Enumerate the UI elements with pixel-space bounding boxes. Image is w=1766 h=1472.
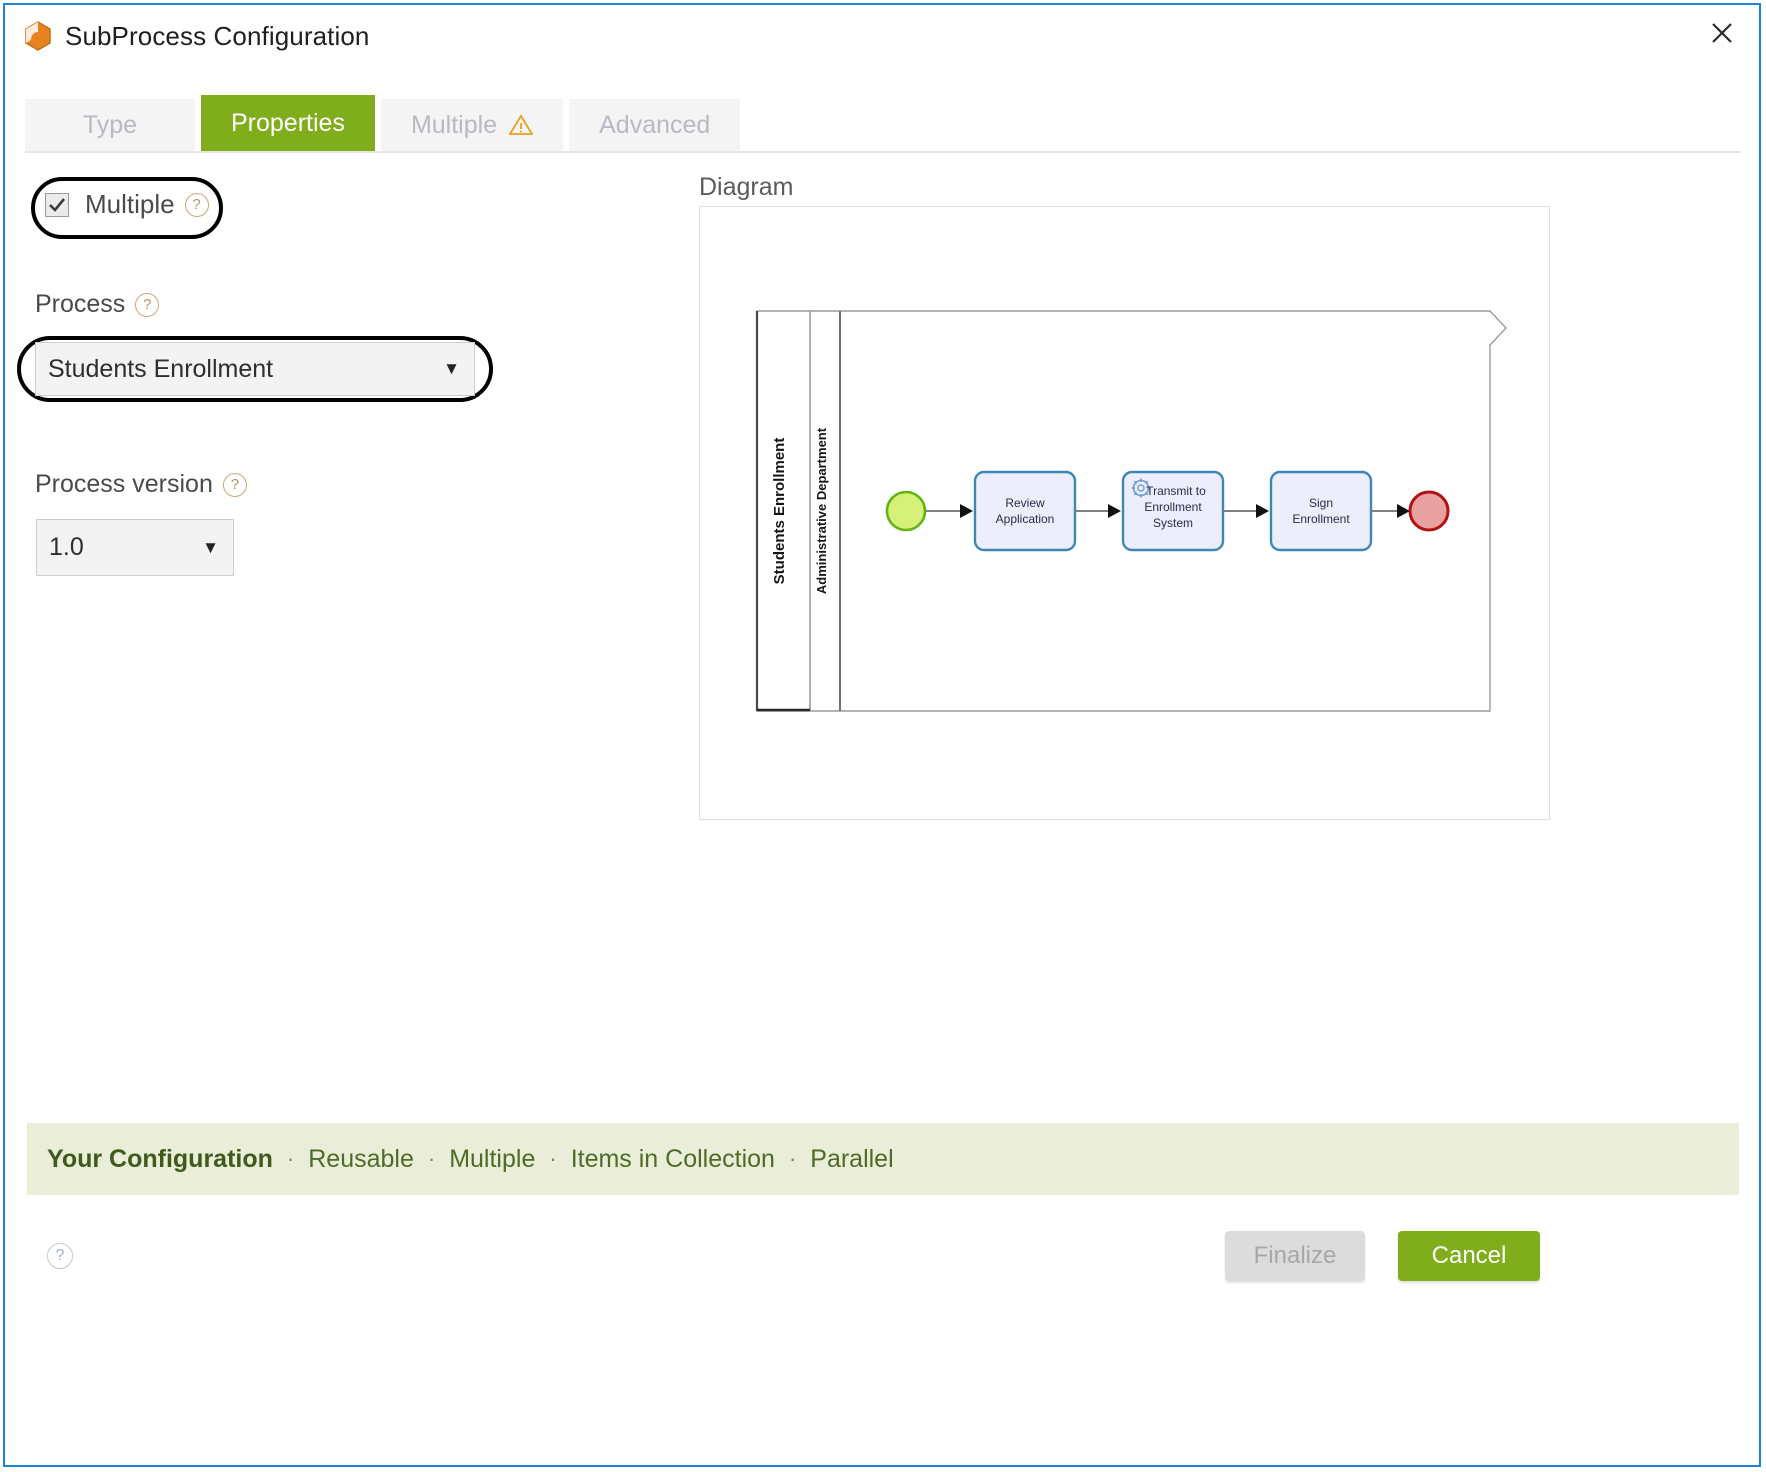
tab-properties[interactable]: Properties	[201, 95, 375, 151]
config-item-reusable: Reusable	[308, 1144, 414, 1173]
lane-label: Administrative Department	[814, 427, 829, 594]
multiple-checkbox[interactable]	[45, 192, 69, 217]
task-2-label-line2: Enrollment	[1144, 500, 1202, 514]
finalize-button-label: Finalize	[1253, 1242, 1337, 1269]
config-separator: ·	[427, 1146, 436, 1171]
your-configuration-strip: Your Configuration · Reusable · Multiple…	[27, 1123, 1739, 1195]
task-review-application	[973, 470, 1077, 552]
tab-multiple[interactable]: Multiple	[380, 99, 564, 151]
tab-advanced[interactable]: Advanced	[569, 99, 741, 151]
process-version-field-label-group: Process version ?	[35, 470, 247, 499]
config-separator: ·	[549, 1146, 557, 1171]
tab-type-label: Type	[82, 110, 138, 139]
tab-bar: Type Properties Multiple Advanced	[25, 95, 746, 151]
config-strip-lead: Your Configuration	[47, 1144, 273, 1173]
question-circle-icon[interactable]: ?	[135, 292, 160, 317]
task-3-label-line1: Sign	[1309, 496, 1333, 510]
title-bar: SubProcess Configuration	[5, 5, 1759, 67]
close-icon[interactable]	[1699, 11, 1745, 55]
start-event	[885, 490, 927, 532]
config-item-items-in-collection: Items in Collection	[570, 1144, 775, 1173]
chevron-down-icon: ▼	[443, 359, 460, 378]
config-separator: ·	[788, 1146, 797, 1171]
question-circle-icon[interactable]: ?	[222, 472, 247, 497]
question-circle-icon[interactable]: ?	[184, 192, 209, 217]
finalize-button[interactable]: Finalize	[1225, 1231, 1365, 1281]
subprocess-configuration-dialog: SubProcess Configuration Type Properties…	[3, 3, 1761, 1467]
config-separator: ·	[286, 1146, 295, 1171]
process-field-label-group: Process ?	[35, 290, 160, 319]
process-dropdown[interactable]: Students Enrollment ▼	[35, 342, 475, 396]
task-1-label-line2: Application	[996, 512, 1055, 526]
task-1-label-line1: Review	[1005, 496, 1045, 510]
chevron-down-icon: ▼	[202, 537, 219, 557]
process-version-label: Process version	[35, 470, 213, 498]
pool-label: Students Enrollment	[771, 438, 788, 585]
config-item-parallel: Parallel	[810, 1144, 894, 1173]
process-version-dropdown[interactable]: 1.0 ▼	[36, 519, 234, 576]
process-label: Process	[35, 290, 126, 318]
multiple-checkbox-row[interactable]: Multiple ?	[45, 189, 209, 220]
task-sign-enrollment	[1269, 470, 1373, 552]
tab-type[interactable]: Type	[25, 99, 195, 151]
bpmn-diagram: Students Enrollment Administrative Depar…	[755, 310, 1507, 712]
cancel-button-label: Cancel	[1431, 1242, 1507, 1269]
tab-properties-label: Properties	[231, 108, 345, 137]
box-icon	[23, 20, 53, 52]
multiple-label: Multiple	[85, 189, 175, 219]
tab-multiple-label: Multiple	[410, 110, 498, 139]
task-2-label-line3: System	[1153, 516, 1193, 530]
end-event	[1408, 490, 1450, 532]
task-2-label-line1: Transmit to	[1146, 484, 1206, 498]
question-circle-icon[interactable]: ?	[47, 1243, 73, 1269]
diagram-section-label: Diagram	[699, 173, 794, 201]
config-item-multiple: Multiple	[449, 1144, 536, 1173]
tab-advanced-label: Advanced	[599, 110, 711, 139]
warning-triangle-icon	[509, 114, 534, 136]
process-version-dropdown-value: 1.0	[49, 533, 84, 561]
cancel-button[interactable]: Cancel	[1398, 1231, 1540, 1281]
diagram-preview-panel[interactable]: Students Enrollment Administrative Depar…	[699, 206, 1550, 820]
task-3-label-line2: Enrollment	[1292, 512, 1350, 526]
dialog-title: SubProcess Configuration	[65, 20, 370, 51]
process-dropdown-value: Students Enrollment	[48, 354, 274, 383]
tab-underline	[25, 151, 1741, 153]
